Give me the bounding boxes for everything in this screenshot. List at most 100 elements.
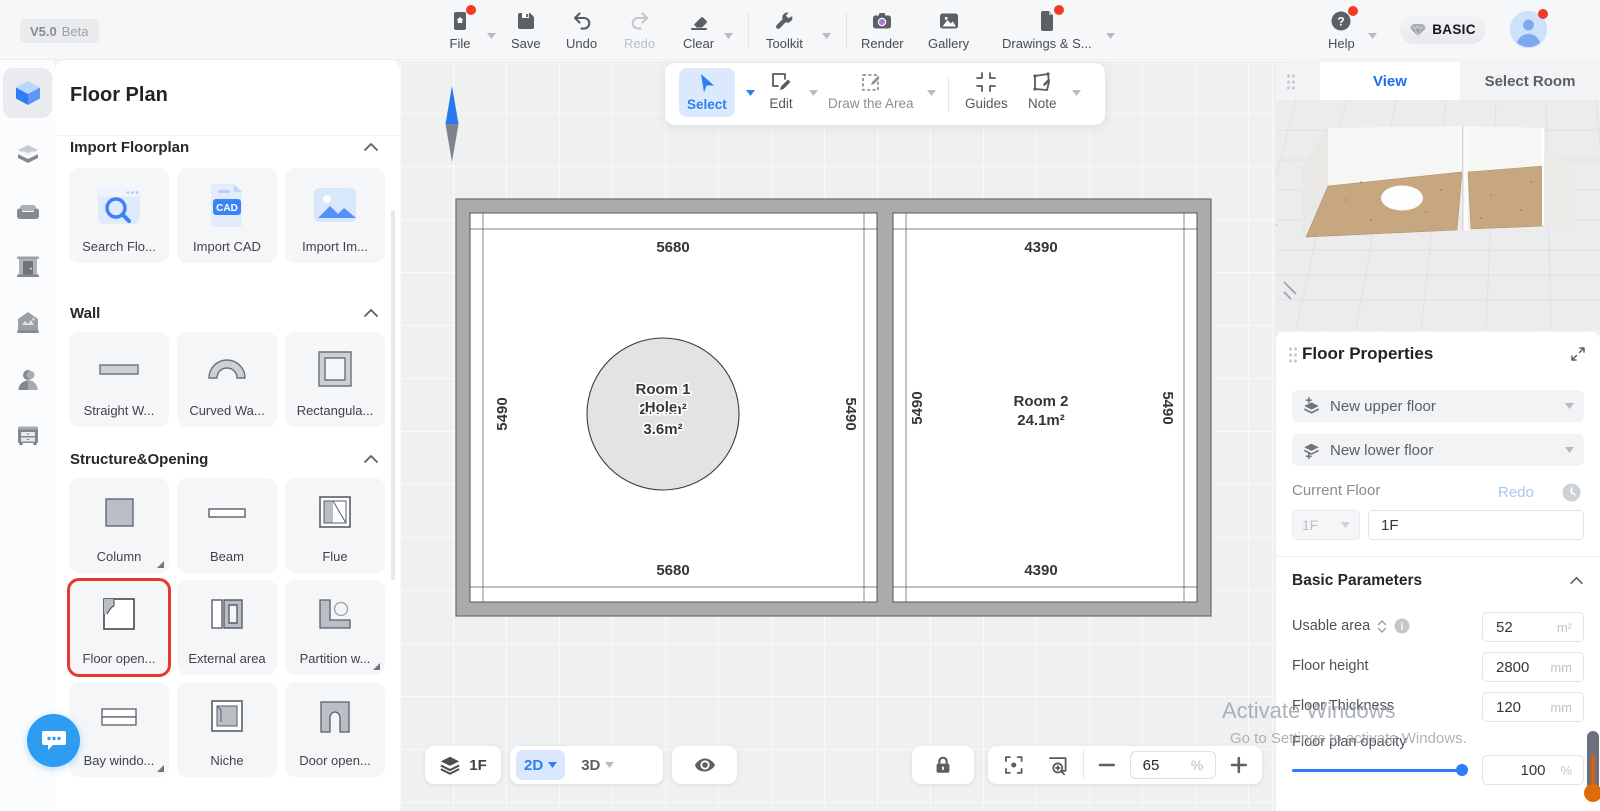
note-caret-icon[interactable] [1072,90,1081,96]
preview-3d[interactable]: View Select Room [1276,62,1600,330]
new-lower-floor-button[interactable]: New lower floor [1292,434,1584,466]
mode-2d-button[interactable]: 2D [516,750,565,780]
card-straight-wall[interactable]: Straight W... [69,332,169,427]
floor-selector-button[interactable]: 1F [425,746,501,784]
card-door-opening[interactable]: Door open... [285,682,385,777]
floorplan-drawing[interactable]: 5680 5680 5490 5490 4390 4390 5490 5490 … [400,60,1272,811]
page-scrollbar[interactable] [1586,731,1600,806]
tab-view[interactable]: View [1320,62,1460,100]
drag-handle-icon[interactable] [1288,346,1298,364]
gallery-button[interactable]: Gallery [928,9,969,51]
drawings-button[interactable]: Drawings & S... [1002,9,1092,51]
drawings-caret-icon[interactable] [1106,33,1115,39]
card-floor-opening[interactable]: Floor open... [69,580,169,675]
draw-area-icon [859,70,883,94]
card-import-image[interactable]: Import Im... [285,168,385,263]
card-column[interactable]: Column [69,478,169,573]
select-caret-icon[interactable] [746,90,755,96]
save-button[interactable]: Save [511,9,541,51]
rail-door-button[interactable] [3,242,52,292]
rail-furniture-button[interactable] [3,187,52,237]
lock-button[interactable] [912,746,974,784]
zoom-in-icon[interactable] [1230,756,1248,774]
section-title-import: Import Floorplan [70,139,189,156]
chat-support-button[interactable] [27,714,80,767]
card-curved-wall[interactable]: Curved Wa... [177,332,277,427]
zoom-area-icon[interactable] [1046,753,1070,777]
chevron-up-icon[interactable] [1569,576,1584,585]
floor-name-input[interactable]: 1F [1368,510,1584,540]
card-flue[interactable]: Flue [285,478,385,573]
room2-name: Room 2 [1013,393,1068,410]
edit-tool[interactable]: Edit [769,70,793,111]
panel-scrollbar[interactable] [391,210,395,580]
mode-3d-button[interactable]: 3D [571,757,624,774]
floor-height-input[interactable]: 2800 mm [1482,652,1584,682]
import-cad-icon: CAD [202,182,252,228]
card-partition-wall[interactable]: Partition w... [285,580,385,675]
note-tool[interactable]: Note [1028,70,1057,111]
submenu-indicator [157,561,164,568]
chevron-up-icon[interactable] [363,454,379,464]
rail-home-ai-button[interactable] [3,298,52,348]
usable-area-input[interactable]: 52 m² [1482,612,1584,642]
card-bay-window[interactable]: Bay windo... [69,682,169,777]
select-tool[interactable]: Select [679,68,735,117]
toolkit-button[interactable]: Toolkit [766,9,803,51]
sort-toggle-icon[interactable] [1377,620,1387,633]
rail-cabinet-button[interactable] [3,410,52,460]
info-icon[interactable]: i [1394,618,1410,634]
floor-plan-opacity-label: Floor plan opacity [1292,734,1406,750]
room2-dim-left: 5490 [909,391,926,424]
plan-badge[interactable]: BASIC [1400,15,1486,44]
guides-tool[interactable]: Guides [965,70,1008,111]
card-search-floorplan[interactable]: Search Flo... [69,168,169,263]
avatar[interactable] [1510,11,1547,48]
redo-history-link[interactable]: Redo [1498,484,1534,501]
redo-button[interactable]: Redo [624,9,655,51]
rectangular-wall-icon [310,346,360,392]
card-beam[interactable]: Beam [177,478,277,573]
toolkit-caret-icon[interactable] [822,33,831,39]
rail-account-button[interactable] [3,355,52,405]
expand-icon[interactable] [1570,346,1586,362]
notification-dot [1348,6,1358,16]
zoom-level-input[interactable]: 65 % [1130,751,1217,779]
rail-floorplan-button[interactable] [3,68,52,118]
clear-button[interactable]: Clear [683,9,714,51]
floor-select-dropdown[interactable]: 1F [1292,510,1360,540]
drag-handle-icon[interactable] [1286,73,1296,91]
edit-caret-icon[interactable] [809,90,818,96]
help-button[interactable]: ? Help [1328,9,1355,51]
zoom-out-icon[interactable] [1098,756,1116,774]
opacity-input[interactable]: 100 % [1482,755,1584,785]
card-external-area[interactable]: External area [177,580,277,675]
file-button[interactable]: File [448,9,472,51]
bay-window-icon [94,696,144,742]
render-button[interactable]: Render [861,9,904,51]
floor-thickness-input[interactable]: 120 mm [1482,692,1584,722]
new-upper-floor-button[interactable]: New upper floor [1292,390,1584,422]
card-import-cad[interactable]: CAD Import CAD [177,168,277,263]
history-clock-icon[interactable] [1562,483,1581,502]
visibility-button[interactable] [672,746,737,784]
tab-select-room[interactable]: Select Room [1460,62,1600,100]
chevron-up-icon[interactable] [363,308,379,318]
rail-flooring-button[interactable] [3,130,52,180]
lower-floor-icon [1302,441,1321,459]
fit-screen-icon[interactable] [1002,753,1026,777]
chevron-up-icon[interactable] [363,142,379,152]
preview-tabbar: View Select Room [1276,62,1600,100]
undo-button[interactable]: Undo [566,9,597,51]
card-niche[interactable]: Niche [177,682,277,777]
opacity-slider-track[interactable] [1292,769,1464,772]
file-caret-icon[interactable] [487,33,496,39]
card-rectangular-wall[interactable]: Rectangula... [285,332,385,427]
clear-caret-icon[interactable] [724,33,733,39]
opacity-slider-knob[interactable] [1456,764,1468,776]
help-caret-icon[interactable] [1368,33,1377,39]
draw-area-tool[interactable]: Draw the Area [828,70,914,111]
file-icon [448,9,472,33]
canvas[interactable]: 5680 5680 5490 5490 4390 4390 5490 5490 … [400,60,1272,811]
draw-area-caret-icon[interactable] [927,90,936,96]
